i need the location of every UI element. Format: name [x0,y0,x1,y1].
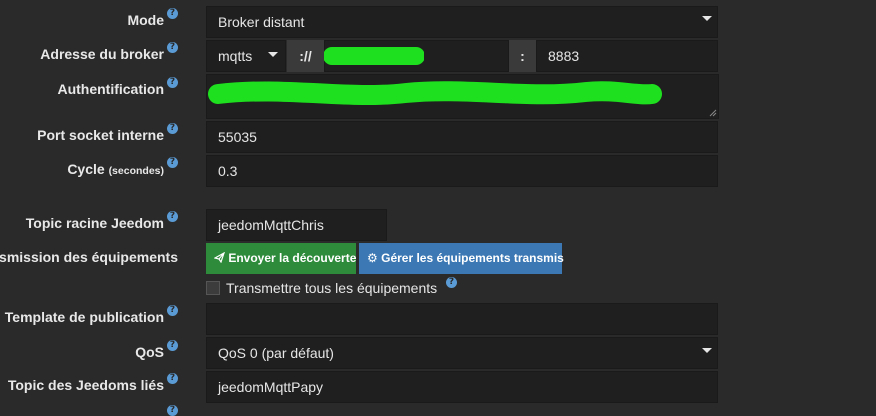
manage-equipments-button[interactable]: ⚙ Gérer les équipements transmis [359,243,564,274]
resize-handle-icon[interactable] [709,109,717,117]
socket-port-input[interactable]: 55035 [206,121,718,153]
send-discovery-label: Envoyer la découverte [228,251,357,265]
chevron-down-icon [268,52,278,57]
help-icon[interactable]: ? [167,157,178,168]
manage-equipments-label: Gérer les équipements transmis [381,251,564,265]
help-icon[interactable]: ? [167,405,178,416]
qos-select[interactable]: QoS 0 (par défaut) [206,337,718,369]
linked-topic-label: Topic des Jeedoms liés [7,377,164,393]
paper-plane-icon [213,251,226,264]
redaction-scribble [208,81,662,106]
chevron-down-icon [702,16,712,21]
auth-label: Authentification [57,81,164,97]
mode-select-value: Broker distant [218,14,305,30]
topic-root-label: Topic racine Jeedom [25,215,164,231]
help-icon[interactable]: ? [167,340,178,351]
transmission-label: ansmission des équipements [0,248,178,266]
transmit-all-label: Transmettre tous les équipements [226,280,438,296]
cycle-label-text: Cycle [67,161,105,177]
transmission-label-text: ansmission des équipements [0,249,178,265]
linked-topic-value: jeedomMqttPapy [218,379,324,395]
transmit-all-checkbox[interactable] [206,281,220,295]
mode-label: Mode [127,12,164,28]
help-icon[interactable]: ? [167,211,178,222]
help-icon[interactable]: ? [167,42,178,53]
broker-protocol-value: mqtts [218,48,253,64]
help-icon[interactable]: ? [167,305,178,316]
protocol-separator: :// [287,40,324,72]
cycle-label: Cycle (secondes) [67,160,164,180]
qos-label: QoS [135,344,164,360]
broker-port-value: 8883 [548,48,580,64]
redaction-scribble [324,47,424,65]
help-icon[interactable]: ? [446,277,457,288]
help-icon[interactable]: ? [167,77,178,88]
broker-port-input[interactable]: 8883 [536,40,718,72]
qos-select-value: QoS 0 (par défaut) [218,345,334,361]
port-separator: : [509,40,536,72]
topic-root-input[interactable]: jeedomMqttChris [206,209,387,241]
topic-root-value: jeedomMqttChris [218,217,324,233]
send-discovery-button[interactable]: Envoyer la découverte [206,243,356,274]
chevron-down-icon [702,348,712,353]
help-icon[interactable]: ? [167,373,178,384]
socket-port-value: 55035 [218,129,257,145]
template-input[interactable] [206,303,718,335]
help-icon[interactable]: ? [167,8,178,19]
mode-select[interactable]: Broker distant [206,6,718,38]
gear-icon: ⚙ [367,251,378,265]
broker-label: Adresse du broker [40,46,164,62]
socket-label: Port socket interne [37,127,164,143]
linked-topic-input[interactable]: jeedomMqttPapy [206,371,718,403]
help-icon[interactable]: ? [167,123,178,134]
template-label: Template de publication [4,309,164,325]
cycle-unit: (secondes) [108,165,164,177]
cycle-input[interactable]: 0.3 [206,155,718,187]
cycle-value: 0.3 [218,163,238,179]
